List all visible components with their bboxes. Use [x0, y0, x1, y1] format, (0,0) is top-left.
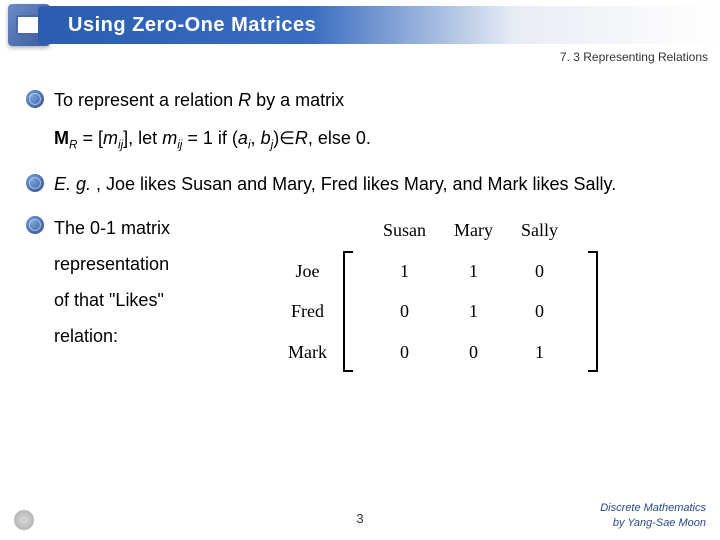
cell: 0: [507, 251, 572, 291]
text: by a matrix: [251, 90, 344, 110]
cell: 1: [507, 332, 572, 372]
bullet-icon: [26, 90, 44, 108]
cell: 0: [507, 291, 572, 331]
text-italic: R: [295, 128, 308, 148]
row-label: Fred: [274, 291, 341, 331]
title-bar: Using Zero-One Matrices: [38, 6, 720, 44]
table-row: Susan Mary Sally: [274, 210, 600, 250]
credits: Discrete Mathematics by Yang-Sae Moon: [600, 501, 706, 530]
text: representation: [54, 246, 254, 282]
credit-line: by Yang-Sae Moon: [600, 516, 706, 530]
table-row: Mark 0 0 1: [274, 332, 600, 372]
text: )∈: [273, 128, 295, 148]
matrix-table: Susan Mary Sally Joe 1 1 0 Fred 0 1: [274, 210, 600, 372]
cell: 0: [369, 332, 440, 372]
text: M: [54, 128, 69, 148]
cell: 0: [369, 291, 440, 331]
slide-footer: 3 Discrete Mathematics by Yang-Sae Moon: [0, 492, 720, 532]
footer-logo: [14, 510, 34, 530]
slide-content: To represent a relation R by a matrix M R…: [0, 50, 720, 372]
slide-header: Using Zero-One Matrices: [0, 0, 720, 50]
text-italic: R: [238, 90, 251, 110]
row-label: Joe: [274, 251, 341, 291]
text: The 0-1 matrix: [54, 210, 254, 246]
bullet-text: The 0-1 matrix representation of that "L…: [54, 210, 254, 354]
text: of that "Likes": [54, 282, 254, 318]
bullet-icon: [26, 216, 44, 234]
definition-line: MR = [mij], let mij = 1 if (ai, bj)∈R, e…: [26, 122, 694, 156]
bullet-text: To represent a relation R by a matrix: [54, 84, 694, 116]
text: relation:: [54, 318, 254, 354]
text-italic: m: [103, 128, 118, 148]
text: To represent a relation: [54, 90, 238, 110]
cell: 0: [440, 332, 507, 372]
left-bracket: [341, 251, 369, 372]
text-italic: m: [162, 128, 177, 148]
page-number: 3: [356, 511, 363, 526]
text-italic: E. g.: [54, 174, 91, 194]
bullet-item: The 0-1 matrix representation of that "L…: [26, 210, 694, 372]
text-italic: a: [238, 128, 248, 148]
right-bracket: [572, 251, 600, 372]
text: = [: [77, 128, 103, 148]
text: , Joe likes Susan and Mary, Fred likes M…: [91, 174, 616, 194]
col-header: Mary: [440, 210, 507, 250]
text: ,: [251, 128, 261, 148]
slide-title: Using Zero-One Matrices: [68, 14, 316, 37]
cell: 1: [369, 251, 440, 291]
text: = 1 if (: [182, 128, 238, 148]
col-header: Sally: [507, 210, 572, 250]
text: , else 0.: [308, 128, 371, 148]
bullet-item: To represent a relation R by a matrix: [26, 84, 694, 116]
bullet-icon: [26, 174, 44, 192]
row-label: Mark: [274, 332, 341, 372]
matrix-figure: Susan Mary Sally Joe 1 1 0 Fred 0 1: [274, 210, 600, 372]
text: ], let: [123, 128, 162, 148]
bullet-text: E. g. , Joe likes Susan and Mary, Fred l…: [54, 168, 694, 200]
bullet-item: E. g. , Joe likes Susan and Mary, Fred l…: [26, 168, 694, 200]
text-italic: b: [261, 128, 271, 148]
col-header: Susan: [369, 210, 440, 250]
section-label: 7. 3 Representing Relations: [560, 50, 708, 64]
cell: 1: [440, 251, 507, 291]
cell: 1: [440, 291, 507, 331]
table-row: Fred 0 1 0: [274, 291, 600, 331]
table-row: Joe 1 1 0: [274, 251, 600, 291]
logo-icon: [14, 510, 34, 530]
credit-line: Discrete Mathematics: [600, 501, 706, 515]
